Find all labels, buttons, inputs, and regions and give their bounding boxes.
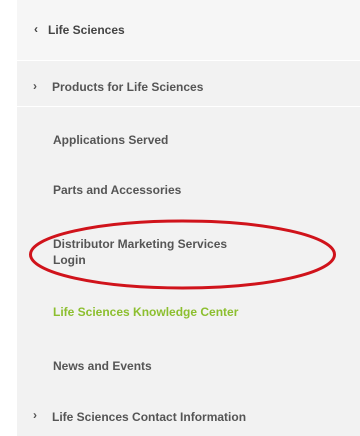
nav-item-label: Applications Served bbox=[53, 133, 169, 147]
nav-item-label: Life Sciences Contact Information bbox=[52, 410, 247, 424]
nav-item-label: Life Sciences Knowledge Center bbox=[53, 305, 239, 319]
mobile-nav-panel: ‹ Life Sciences › Products for Life Scie… bbox=[17, 0, 360, 436]
chevron-right-icon: › bbox=[33, 79, 37, 93]
nav-item-news-events[interactable]: News and Events bbox=[17, 357, 360, 375]
divider bbox=[17, 106, 360, 107]
nav-item-contact-information[interactable]: › Life Sciences Contact Information bbox=[17, 407, 360, 427]
nav-item-applications-served[interactable]: Applications Served bbox=[17, 131, 360, 149]
nav-item-label-line2: Login bbox=[53, 253, 86, 267]
nav-item-label: Parts and Accessories bbox=[53, 183, 182, 197]
back-to-life-sciences[interactable]: ‹ Life Sciences bbox=[17, 0, 360, 60]
nav-item-label-line1: Distributor Marketing Services bbox=[53, 237, 228, 251]
nav-item-parts-accessories[interactable]: Parts and Accessories bbox=[17, 181, 360, 199]
divider bbox=[17, 60, 360, 61]
chevron-right-icon: › bbox=[33, 408, 37, 422]
nav-item-label: Products for Life Sciences bbox=[52, 80, 204, 94]
nav-item-label: News and Events bbox=[53, 359, 152, 373]
back-label: Life Sciences bbox=[48, 23, 125, 37]
nav-item-products[interactable]: › Products for Life Sciences bbox=[17, 78, 360, 98]
chevron-left-icon: ‹ bbox=[34, 22, 38, 36]
nav-item-distributor-login[interactable]: Distributor Marketing Services Login bbox=[17, 235, 360, 269]
nav-item-knowledge-center[interactable]: Life Sciences Knowledge Center bbox=[17, 303, 360, 321]
